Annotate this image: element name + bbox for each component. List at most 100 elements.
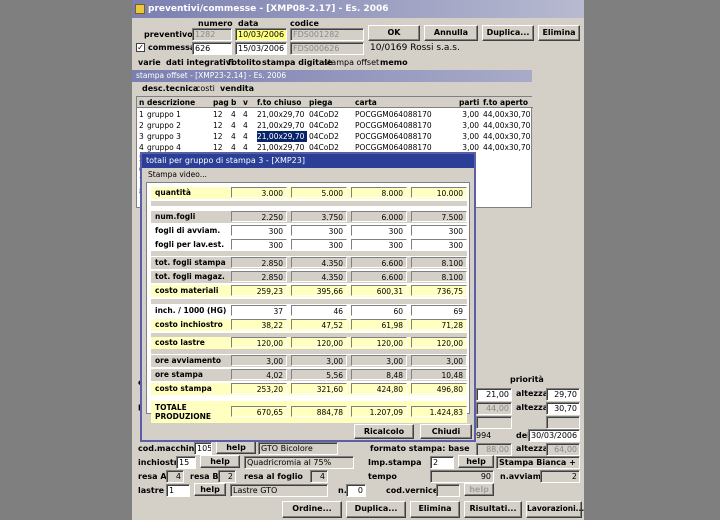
dialog-value-field[interactable]: 5.000 [291, 187, 347, 198]
dialog-value-field[interactable]: 300 [411, 225, 467, 236]
dialog-value-field[interactable]: 37 [231, 305, 287, 316]
inchiostro-field[interactable]: 15 [176, 456, 196, 469]
dialog-value-field[interactable]: 2.850 [231, 257, 287, 268]
dialog-value-field[interactable]: 1.424,83 [411, 406, 467, 417]
table-row[interactable]: 3 gruppo 3 12 4 4 21,00x29,70 04CoD2 POCGGM0640… [137, 131, 533, 142]
cod-vernice-help-button[interactable]: help [464, 483, 494, 496]
larghezza-1-field[interactable]: 21,00 [476, 388, 512, 401]
dialog-value-field[interactable]: 300 [231, 239, 287, 250]
cell-n[interactable]: 1 [139, 109, 147, 120]
imp-stampa-help-button[interactable]: help [458, 455, 494, 468]
commessa-checkbox[interactable]: ✓ [136, 43, 145, 52]
dialog-value-field[interactable]: 300 [351, 239, 407, 250]
table-row[interactable]: 1 gruppo 1 12 4 4 21,00x29,70 04CoD2 POCGGM0640… [137, 109, 533, 120]
tab-desc-tecnica[interactable]: desc.tecnica [140, 83, 200, 95]
dialog-value-field[interactable]: 496,80 [411, 383, 467, 394]
dialog-value-field[interactable]: 38,22 [231, 319, 287, 330]
cell-carta[interactable]: POCGGM064088170 [355, 131, 455, 142]
dialog-value-field[interactable]: 7.500 [411, 211, 467, 222]
cell-descrizione[interactable]: gruppo 2 [147, 120, 207, 131]
cell-b[interactable]: 4 [231, 131, 241, 142]
tab-memo[interactable]: memo [378, 57, 410, 69]
cell-fto-aperto[interactable]: 44,00x30,70 [483, 142, 533, 153]
altezza-2-field[interactable]: 30,70 [546, 402, 580, 415]
tab-vendita[interactable]: vendita [218, 83, 256, 95]
ok-button[interactable]: OK [368, 25, 420, 41]
cell-b[interactable]: 4 [231, 120, 241, 131]
cell-v[interactable]: 4 [243, 120, 255, 131]
dialog-value-field[interactable]: 259,23 [231, 285, 287, 296]
cell-descrizione[interactable]: gruppo 3 [147, 131, 207, 142]
dialog-value-field[interactable]: 253,20 [231, 383, 287, 394]
cell-v[interactable]: 4 [243, 109, 255, 120]
commessa-codice-field[interactable]: FDS000626 [290, 42, 364, 55]
dialog-value-field[interactable]: 2.250 [231, 211, 287, 222]
cell-fto-aperto[interactable]: 44,00x30,70 [483, 109, 533, 120]
lastre-desc-field[interactable]: Lastre GTO [230, 484, 328, 497]
dialog-value-field[interactable]: 6.000 [351, 211, 407, 222]
dialog-value-field[interactable]: 8.100 [411, 257, 467, 268]
cell-b[interactable]: 4 [231, 109, 241, 120]
cell-v[interactable]: 4 [243, 131, 255, 142]
dialog-value-field[interactable]: 5,56 [291, 369, 347, 380]
dialog-value-field[interactable]: 3,00 [231, 355, 287, 366]
cell-piega[interactable]: 04CoD2 [309, 131, 353, 142]
cell-pag[interactable]: 12 [213, 131, 229, 142]
preventivo-numero-field[interactable]: 1282 [192, 28, 232, 41]
dialog-value-field[interactable]: 10.000 [411, 187, 467, 198]
extra-field[interactable] [476, 416, 512, 429]
table-row[interactable]: 2 gruppo 2 12 4 4 21,00x29,70 04CoD2 POCGGM0640… [137, 120, 533, 131]
dialog-value-field[interactable]: 3.000 [231, 187, 287, 198]
cell-fto-chiuso[interactable]: 21,00x29,70 [257, 120, 307, 131]
dialog-value-field[interactable]: 4.350 [291, 257, 347, 268]
dialog-value-field[interactable]: 1.207,09 [351, 406, 407, 417]
dialog-value-field[interactable]: 300 [351, 225, 407, 236]
cell-parti[interactable]: 3,00 [459, 120, 479, 131]
dialog-value-field[interactable]: 69 [411, 305, 467, 316]
risultati-button[interactable]: Risultati... [464, 501, 522, 518]
dialog-value-field[interactable]: 300 [411, 239, 467, 250]
cod-macchina-field[interactable]: 105 [194, 442, 212, 455]
dialog-value-field[interactable]: 3.750 [291, 211, 347, 222]
cell-fto-chiuso[interactable]: 21,00x29,70 [257, 109, 307, 120]
dialog-value-field[interactable]: 3,00 [411, 355, 467, 366]
duplica-header-button[interactable]: Duplica... [482, 25, 534, 41]
cell-descrizione[interactable]: gruppo 1 [147, 109, 207, 120]
n-field[interactable]: 0 [346, 484, 366, 497]
elimina-header-button[interactable]: Elimina [538, 25, 580, 41]
tab-fotolito[interactable]: fotolito [226, 57, 263, 69]
cell-pag[interactable]: 12 [213, 120, 229, 131]
dialog-value-field[interactable]: 424,80 [351, 383, 407, 394]
dialog-value-field[interactable]: 8.100 [411, 271, 467, 282]
altezza-3-field[interactable]: 64,00 [546, 443, 580, 456]
dialog-value-field[interactable]: 71,28 [411, 319, 467, 330]
tab-dati-integrativi[interactable]: dati integrativi [164, 57, 236, 69]
imp-stampa-field[interactable]: 2 [430, 456, 454, 469]
cell-piega[interactable]: 04CoD2 [309, 109, 353, 120]
resa-a-field[interactable]: 4 [166, 470, 184, 483]
inchiostro-desc-field[interactable]: Quadricromia al 75% [244, 456, 354, 469]
n-avviam-field[interactable]: 2 [540, 470, 580, 483]
ricalcolo-button[interactable]: Ricalcolo [354, 424, 414, 439]
dialog-value-field[interactable]: 6.600 [351, 271, 407, 282]
elimina-button[interactable]: Elimina [410, 501, 460, 518]
cell-parti[interactable]: 3,00 [459, 131, 479, 142]
dialog-value-field[interactable]: 321,60 [291, 383, 347, 394]
dialog-value-field[interactable]: 120,00 [351, 337, 407, 348]
cell-n[interactable]: 2 [139, 120, 147, 131]
dialog-value-field[interactable]: 3,00 [291, 355, 347, 366]
dialog-value-field[interactable]: 884,78 [291, 406, 347, 417]
lastre-field[interactable]: 1 [166, 484, 190, 497]
duplica-button[interactable]: Duplica... [346, 501, 406, 518]
cell-fto-aperto[interactable]: 44,00x30,70 [483, 120, 533, 131]
del-date-field[interactable]: 30/03/2006 [528, 429, 580, 442]
cell-fto-chiuso[interactable]: 21,00x29,70 [257, 131, 307, 142]
larghezza-2-field[interactable]: 44,00 [476, 402, 512, 415]
macchina-desc-field[interactable]: GTO Bicolore [258, 442, 338, 455]
inchiostro-help-button[interactable]: help [200, 455, 240, 468]
dialog-value-field[interactable]: 60 [351, 305, 407, 316]
dialog-value-field[interactable]: 6.600 [351, 257, 407, 268]
dialog-value-field[interactable]: 736,75 [411, 285, 467, 296]
dialog-value-field[interactable]: 8,48 [351, 369, 407, 380]
preventivo-data-field[interactable]: 10/03/2006 [235, 28, 287, 41]
